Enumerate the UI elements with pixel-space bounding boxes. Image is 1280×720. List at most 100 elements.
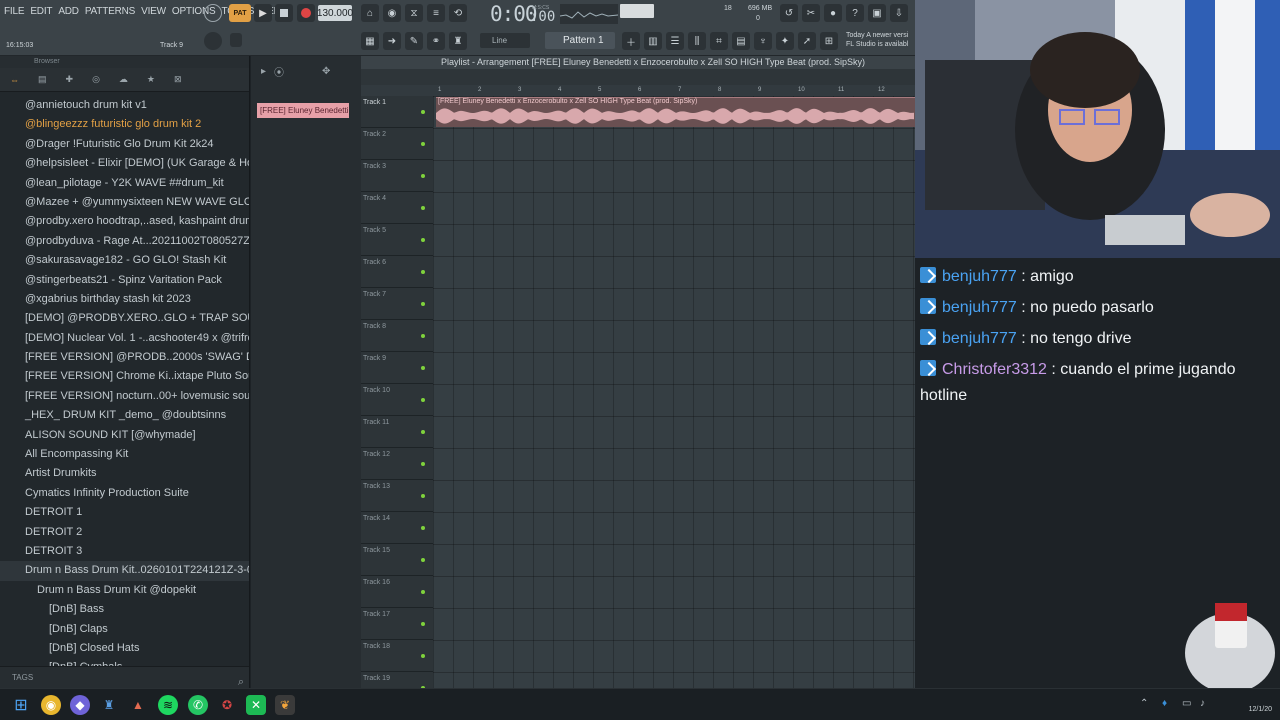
record-button[interactable] [297,4,315,22]
track-header[interactable]: Track 15 [361,544,433,576]
track-mute-led[interactable] [421,494,425,498]
track-mute-led[interactable] [421,462,425,466]
browser-item[interactable]: @sakurasavage182 - GO GLO! Stash Kit [0,251,249,270]
browser-item[interactable]: [FREE VERSION] nocturn..00+ lovemusic so… [0,387,249,406]
browser-item[interactable]: ALISON SOUND KIT [@whymade] [0,426,249,445]
track-header[interactable]: Track 12 [361,448,433,480]
track-header[interactable]: Track 3 [361,160,433,192]
browser-item[interactable]: @prodby.xero hoodtrap,..ased, kashpaint … [0,212,249,231]
project-icon[interactable]: ⊞ [820,32,838,50]
track-mute-led[interactable] [421,654,425,658]
track-header[interactable]: Track 18 [361,640,433,672]
save-icon[interactable]: ▣ [868,4,886,22]
cut-icon[interactable]: ✂ [802,4,820,22]
browser-item[interactable]: DETROIT 2 [0,523,249,542]
pencil-icon[interactable]: ✎ [405,32,423,50]
track-header[interactable]: Track 13 [361,480,433,512]
browser-item[interactable]: Drum n Bass Drum Kit @dopekit [0,581,249,600]
undo-icon[interactable]: ↺ [780,4,798,22]
track-header[interactable]: Track 7 [361,288,433,320]
stamp-icon[interactable]: ♜ [449,32,467,50]
browser-item[interactable]: DETROIT 1 [0,503,249,522]
blend-notes-icon[interactable]: ≡ [427,4,445,22]
app-icon[interactable]: ▲ [128,695,148,715]
plus-icon[interactable]: ＋ [622,32,640,50]
playlist-view-icon[interactable]: ▦ [361,32,379,50]
browser-item[interactable]: [DEMO] @PRODBY.XERO..GLO + TRAP SOUND KI… [0,309,249,328]
menu-add[interactable]: ADD [58,6,79,17]
mixer-icon[interactable]: ▥ [644,32,662,50]
snap-selector[interactable]: Line [480,33,530,48]
track-header[interactable]: Track 4 [361,192,433,224]
track-mute-led[interactable] [421,558,425,562]
discord-icon[interactable]: ◆ [70,695,90,715]
track-mute-led[interactable] [421,398,425,402]
plugin-icon[interactable]: ▤ [732,32,750,50]
track-header[interactable]: Track 9 [361,352,433,384]
browser-item[interactable]: [FREE VERSION] @PRODB..2000s 'SWAG' Drum… [0,348,249,367]
whatsapp-icon[interactable]: ✆ [188,695,208,715]
tempo-display[interactable]: 130.000 [317,5,353,21]
play-button[interactable]: ▶ [254,4,272,22]
fl-studio-icon[interactable]: ❦ [275,695,295,715]
loop-record-icon[interactable]: ⟲ [449,4,467,22]
news-panel[interactable]: Today A newer versi FL Studio is availab… [846,31,908,49]
browser-item[interactable]: [DEMO] Nuclear Vol. 1 -..acshooter49 x @… [0,329,249,348]
track-mute-led[interactable] [421,174,425,178]
stop-button[interactable] [275,4,293,22]
browser-file-icon[interactable]: ▤ [38,74,47,85]
picker-record-icon[interactable]: ⦿ [274,64,284,79]
tags-label[interactable]: TAGS [12,673,33,682]
track-header[interactable]: Track 5 [361,224,433,256]
track-mute-led[interactable] [421,238,425,242]
browser-expand-icon[interactable]: ⇔ [10,75,19,85]
browser-item[interactable]: Drum n Bass Drum Kit..0260101T224121Z-3-… [0,561,249,581]
track-mute-led[interactable] [421,270,425,274]
link-icon[interactable]: ⚭ [427,32,445,50]
countdown-icon[interactable]: ⧖ [405,4,423,22]
menu-edit[interactable]: EDIT [30,6,52,17]
browser-item[interactable]: DETROIT 3 [0,542,249,561]
track-header[interactable]: Track 6 [361,256,433,288]
wait-input-icon[interactable]: ◉ [383,4,401,22]
browser-item[interactable]: Artist Drumkits [0,464,249,483]
browser-icon[interactable]: ⌗ [710,32,728,50]
capcut-icon[interactable]: ✕ [246,695,266,715]
audio-clip[interactable]: [FREE] Eluney Benedetti x Enzocerobulto … [436,97,915,127]
browser-item[interactable]: @xgabrius birthday stash kit 2023 [0,290,249,309]
browser-item[interactable]: [FREE VERSION] Chrome Ki..ixtape Pluto S… [0,367,249,386]
mic-icon[interactable]: ● [824,4,842,22]
picker-arrow-icon[interactable]: ▸ [261,66,266,77]
track-mute-led[interactable] [421,366,425,370]
tray-chevron-icon[interactable]: ⌃ [1140,698,1148,709]
track-header[interactable]: Track 11 [361,416,433,448]
mic-tray-icon[interactable]: ♦ [1162,698,1167,709]
browser-target-icon[interactable]: ◎ [92,74,100,85]
browser-item[interactable]: @Drager !Futuristic Glo Drum Kit 2k24 [0,135,249,154]
main-volume-knob[interactable] [204,32,222,50]
browser-item[interactable]: @prodbyduva - Rage At...20211002T080527Z… [0,232,249,251]
timeline-ruler[interactable]: 1 2 3 4 5 6 7 8 9 10 11 12 [436,85,915,96]
browser-item[interactable]: _HEX_ DRUM KIT _demo_ @doubtsinns [0,406,249,425]
pattern-selector[interactable]: Pattern 1 [545,32,615,49]
chrome-icon[interactable]: ◉ [41,695,61,715]
track-header[interactable]: Track 16 [361,576,433,608]
channel-rack-icon[interactable]: ☰ [666,32,684,50]
track-mute-led[interactable] [421,302,425,306]
network-icon[interactable]: ▭ [1182,698,1191,709]
volume-icon[interactable]: ♪ [1200,698,1205,709]
track-header[interactable]: Track 14 [361,512,433,544]
track-header[interactable]: Track 1 [361,96,433,128]
browser-item[interactable]: @stingerbeats21 - Spinz Varitation Pack [0,271,249,290]
track-header[interactable]: Track 8 [361,320,433,352]
metronome-icon[interactable]: ⌂ [361,4,379,22]
track-header[interactable]: Track 2 [361,128,433,160]
browser-gift-icon[interactable]: ⊠ [174,74,182,85]
arrangement-grid[interactable]: [FREE] Eluney Benedetti x Enzocerobulto … [433,96,915,688]
browser-plugin-icon[interactable]: ✚ [66,74,74,85]
menu-view[interactable]: VIEW [141,6,166,17]
track-mute-led[interactable] [421,334,425,338]
main-pitch-slider[interactable] [230,33,242,47]
track-mute-led[interactable] [421,110,425,114]
track-mute-led[interactable] [421,142,425,146]
